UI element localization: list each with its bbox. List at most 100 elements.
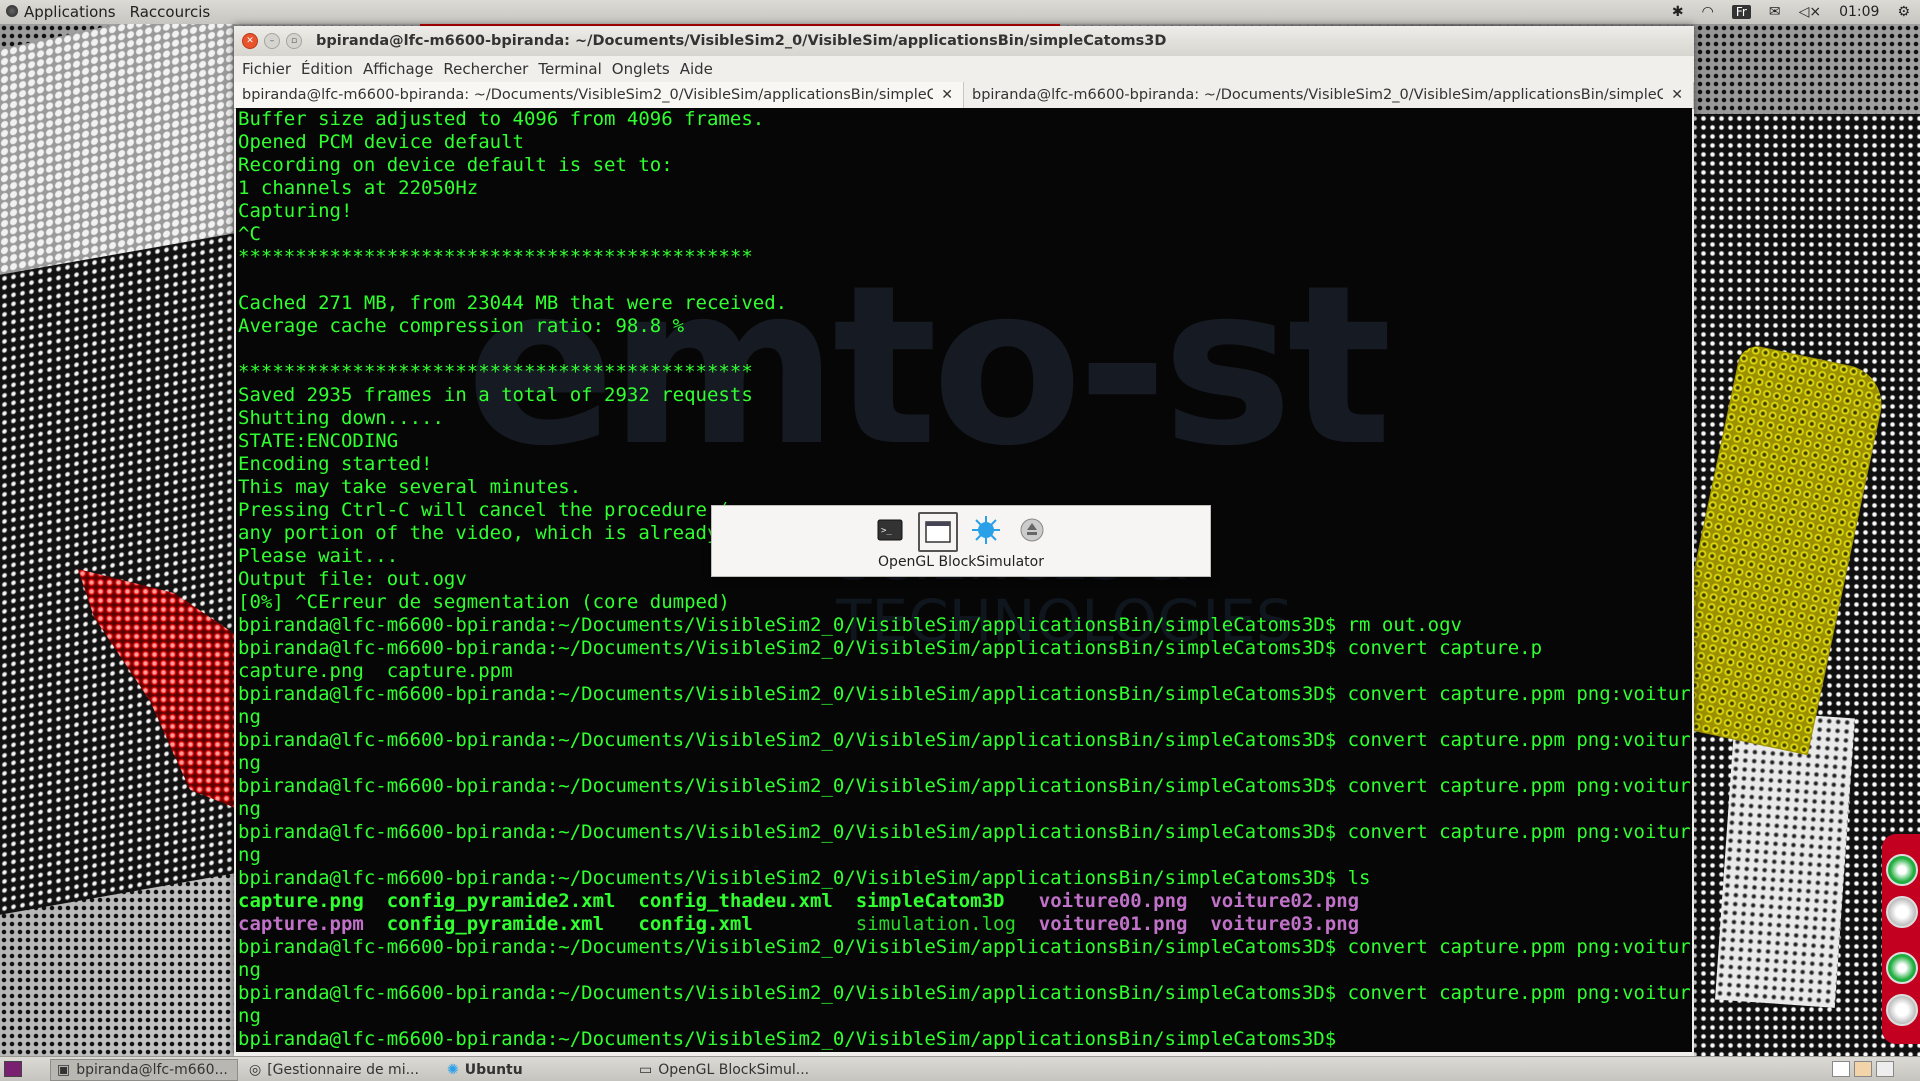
taskbar-item-opengl[interactable]: ▭ OpenGL BlockSimul... (632, 1059, 830, 1081)
ls-entry: config_pyramide.xml (386, 913, 639, 935)
install-icon[interactable] (1014, 512, 1050, 548)
window-titlebar[interactable]: ✕ – ▫ bpiranda@lfc-m6600-bpiranda: ~/Doc… (234, 26, 1694, 56)
ls-entry: capture.png (238, 890, 387, 912)
tab-terminal-1[interactable]: bpiranda@lfc-m6600-bpiranda: ~/Documents… (234, 82, 964, 108)
bluetooth-icon[interactable]: ✱ (1672, 4, 1684, 20)
tab-bar: bpiranda@lfc-m6600-bpiranda: ~/Documents… (234, 82, 1694, 109)
tab-terminal-2[interactable]: bpiranda@lfc-m6600-bpiranda: ~/Documents… (964, 82, 1694, 108)
menu-rechercher[interactable]: Rechercher (443, 60, 528, 78)
terminal-line: bpiranda@lfc-m6600-bpiranda:~/Documents/… (238, 637, 1543, 659)
menu-affichage[interactable]: Affichage (363, 60, 433, 78)
ubuntu-logo-icon (6, 5, 18, 17)
workspace-2-icon[interactable] (1854, 1061, 1872, 1077)
simulator-control-panel (1882, 834, 1920, 1044)
terminal-line: bpiranda@lfc-m6600-bpiranda:~/Documents/… (238, 1028, 1348, 1050)
scene-green-button[interactable] (1886, 952, 1918, 984)
terminal-line: Recording on device default is set to: (238, 154, 673, 176)
terminal-line: ^C (238, 223, 261, 245)
close-tab-icon[interactable]: ✕ (941, 87, 953, 103)
terminal-line: bpiranda@lfc-m6600-bpiranda:~/Documents/… (238, 775, 1692, 797)
top-panel: Applications Raccourcis ✱ ◠ Fr ✉ ◁× 01:0… (0, 0, 1920, 25)
taskbar-item-update-manager[interactable]: ◎ [Gestionnaire de mi... (242, 1059, 430, 1081)
ls-entry: config.xml (638, 913, 856, 935)
splash-icon[interactable] (968, 512, 1004, 548)
mail-icon[interactable]: ✉ (1769, 4, 1781, 20)
maximize-window-button[interactable]: ▫ (286, 33, 302, 49)
settings-icon[interactable]: ⚙ (1897, 4, 1910, 20)
terminal-line: bpiranda@lfc-m6600-bpiranda:~/Documents/… (238, 683, 1692, 705)
terminal-line: Shutting down..... (238, 407, 444, 429)
ls-entry: simulation.log (855, 913, 1039, 935)
terminal-line: Encoding started! (238, 453, 433, 475)
ls-entry: config_pyramide2.xml (386, 890, 639, 912)
switcher-label: OpenGL BlockSimulator (878, 554, 1044, 570)
splash-icon: ✺ (447, 1062, 459, 1078)
scene-black-blocks-left (0, 233, 235, 915)
ls-entry: voiture02.png (1210, 890, 1360, 912)
terminal-line: ng (238, 959, 261, 981)
terminal-output[interactable]: emto-st SCIENCES & TECHNOLOGIES Buffer s… (236, 108, 1692, 1052)
scene-green-button[interactable] (1886, 854, 1918, 886)
terminal-line: bpiranda@lfc-m6600-bpiranda:~/Documents/… (238, 982, 1692, 1004)
menu-fichier[interactable]: Fichier (242, 60, 291, 78)
workspace-1-icon[interactable] (1832, 1061, 1850, 1077)
terminal-line: [0%] ^CErreur de segmentation (core dump… (238, 591, 730, 613)
clock[interactable]: 01:09 (1839, 4, 1879, 20)
terminal-icon[interactable]: >_ (872, 512, 908, 548)
menubar: Fichier Édition Affichage Rechercher Ter… (234, 56, 1694, 82)
scene-grey-button[interactable] (1886, 896, 1918, 928)
keyboard-layout-indicator[interactable]: Fr (1731, 5, 1751, 19)
show-desktop-icon[interactable] (4, 1061, 22, 1077)
terminal-line: capture.png capture.ppm (238, 660, 513, 682)
system-tray: ✱ ◠ Fr ✉ ◁× 01:09 ⚙ (1672, 0, 1910, 24)
terminal-line: ng (238, 706, 261, 728)
minimize-window-button[interactable]: – (264, 33, 280, 49)
close-tab-icon[interactable]: ✕ (1671, 87, 1683, 103)
wifi-icon[interactable]: ◠ (1702, 4, 1714, 20)
terminal-line: ng (238, 798, 261, 820)
terminal-line: bpiranda@lfc-m6600-bpiranda:~/Documents/… (238, 867, 1371, 889)
applications-label: Applications (24, 3, 116, 21)
window-icon: ▭ (639, 1062, 653, 1078)
ls-entry: voiture00.png (1038, 890, 1211, 912)
terminal-text: Buffer size adjusted to 4096 from 4096 f… (238, 108, 1692, 1051)
terminal-line: bpiranda@lfc-m6600-bpiranda:~/Documents/… (238, 936, 1692, 958)
workspace-3-icon[interactable] (1876, 1061, 1894, 1077)
terminal-line: bpiranda@lfc-m6600-bpiranda:~/Documents/… (238, 614, 1462, 636)
terminal-line: ng (238, 844, 261, 866)
svg-text:>_: >_ (881, 526, 892, 536)
tab-label: bpiranda@lfc-m6600-bpiranda: ~/Documents… (972, 87, 1663, 103)
terminal-line: ****************************************… (238, 246, 753, 268)
taskbar-item-terminal[interactable]: ▣ bpiranda@lfc-m660... (50, 1059, 238, 1081)
ls-entry: simpleCatom3D (855, 890, 1039, 912)
ls-entry: capture.ppm (238, 913, 387, 935)
terminal-line: This may take several minutes. (238, 476, 582, 498)
applications-menu[interactable]: Applications (6, 3, 116, 21)
terminal-line: Average cache compression ratio: 98.8 % (238, 315, 685, 337)
scene-grey-button[interactable] (1886, 994, 1918, 1026)
taskbar-item-label: bpiranda@lfc-m660... (76, 1062, 228, 1078)
terminal-line: ng (238, 752, 261, 774)
terminal-ls-row: capture.png config_pyramide2.xml config_… (238, 890, 1692, 913)
terminal-line: STATE:ENCODING (238, 430, 399, 452)
menu-edition[interactable]: Édition (301, 60, 353, 78)
menu-terminal[interactable]: Terminal (538, 60, 601, 78)
panel-menu: Applications Raccourcis (6, 3, 224, 21)
taskbar-item-ubuntu[interactable]: ✺ Ubuntu (440, 1059, 608, 1081)
terminal-line: bpiranda@lfc-m6600-bpiranda:~/Documents/… (238, 729, 1692, 751)
ls-entry: voiture03.png (1210, 913, 1360, 935)
menu-aide[interactable]: Aide (680, 60, 713, 78)
volume-icon[interactable]: ◁× (1799, 4, 1822, 20)
terminal-line: Cached 271 MB, from 23044 MB that were r… (238, 292, 788, 314)
close-window-button[interactable]: ✕ (242, 33, 258, 49)
taskbar-item-label: OpenGL BlockSimul... (658, 1062, 810, 1078)
shortcuts-menu[interactable]: Raccourcis (130, 3, 211, 21)
terminal-line: ng (238, 1005, 261, 1027)
ls-entry: voiture01.png (1038, 913, 1211, 935)
bottom-taskbar: ▣ bpiranda@lfc-m660... ◎ [Gestionnaire d… (0, 1056, 1920, 1081)
window-icon[interactable] (918, 512, 958, 552)
update-icon: ◎ (249, 1062, 262, 1078)
menu-onglets[interactable]: Onglets (612, 60, 670, 78)
